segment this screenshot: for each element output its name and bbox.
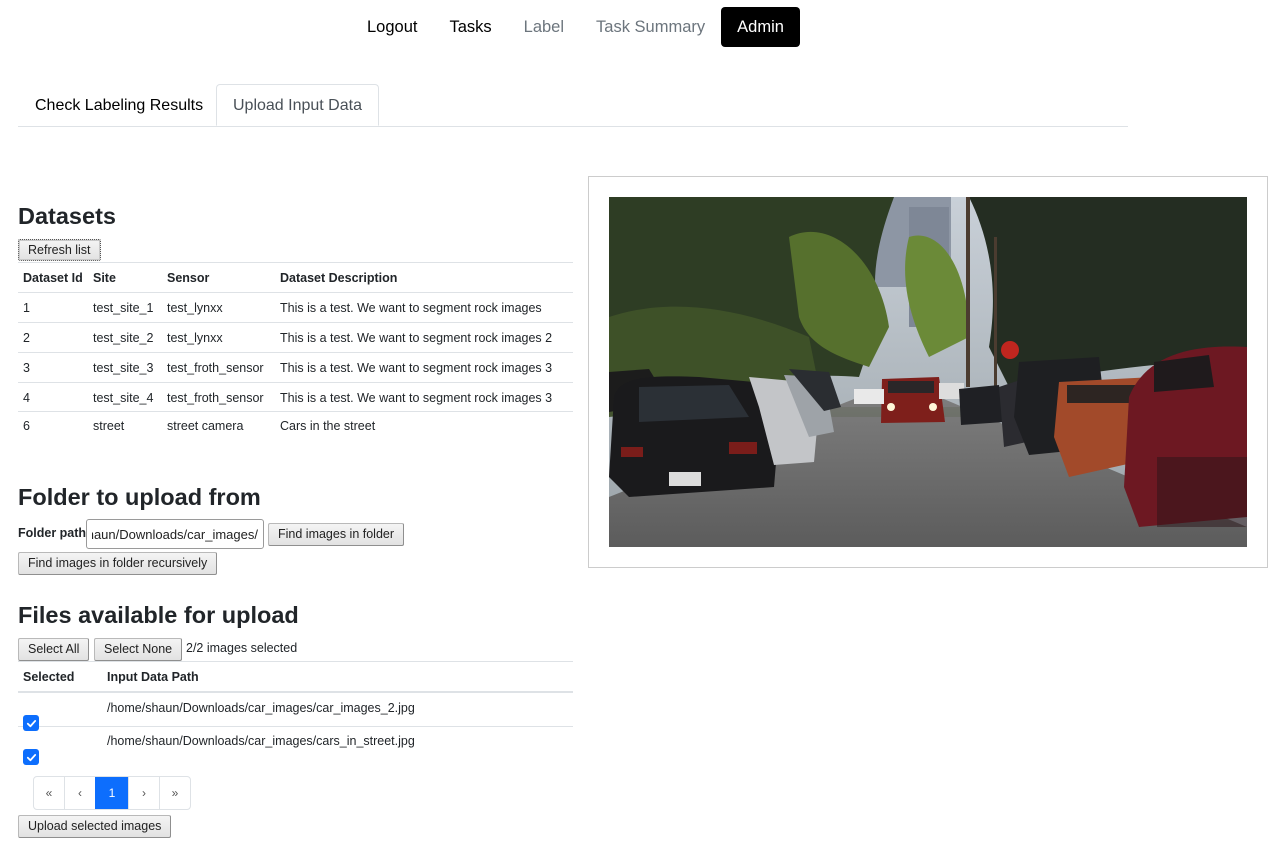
table-row: /home/shaun/Downloads/car_images/car_ima…	[18, 691, 573, 726]
table-row[interactable]: 3 test_site_3 test_froth_sensor This is …	[18, 352, 573, 382]
pagination-prev[interactable]: ‹	[64, 777, 95, 809]
dataset-sensor: test_froth_sensor	[167, 361, 264, 375]
table-row[interactable]: 6 street street camera Cars in the stree…	[18, 411, 573, 441]
column-header-site: Site	[93, 271, 116, 285]
table-row: /home/shaun/Downloads/car_images/cars_in…	[18, 726, 573, 761]
dataset-id: 2	[23, 331, 30, 345]
column-header-selected: Selected	[23, 670, 75, 684]
dataset-site: test_site_1	[93, 301, 154, 315]
dataset-site: test_site_3	[93, 361, 154, 375]
find-images-button[interactable]: Find images in folder	[268, 523, 405, 546]
nav-label[interactable]: Label	[508, 7, 580, 47]
check-icon	[26, 753, 36, 761]
dataset-id: 4	[23, 391, 30, 405]
table-row[interactable]: 1 test_site_1 test_lynxx This is a test.…	[18, 292, 573, 322]
table-row[interactable]: 4 test_site_4 test_froth_sensor This is …	[18, 382, 573, 411]
file-path: /home/shaun/Downloads/car_images/car_ima…	[107, 701, 415, 715]
upload-selected-images-button[interactable]: Upload selected images	[18, 815, 172, 838]
file-path: /home/shaun/Downloads/car_images/cars_in…	[107, 734, 415, 748]
datasets-heading: Datasets	[18, 203, 116, 229]
dataset-sensor: street camera	[167, 419, 244, 433]
nav-task-summary[interactable]: Task Summary	[580, 7, 721, 47]
pagination-last[interactable]: »	[159, 777, 190, 809]
admin-tabs: Check Labeling Results Upload Input Data	[18, 84, 1128, 127]
dataset-description: This is a test. We want to segment rock …	[280, 361, 553, 375]
file-select-checkbox[interactable]	[23, 715, 39, 731]
table-header-row: Dataset Id Site Sensor Dataset Descripti…	[18, 262, 573, 292]
column-header-dataset-id: Dataset Id	[23, 271, 83, 285]
column-header-input-data-path: Input Data Path	[107, 670, 199, 684]
nav-logout[interactable]: Logout	[351, 7, 433, 47]
nav-tasks[interactable]: Tasks	[433, 7, 507, 47]
find-images-recursive-button[interactable]: Find images in folder recursively	[18, 552, 218, 575]
folder-path-label: Folder path	[18, 526, 87, 540]
dataset-sensor: test_lynxx	[167, 301, 223, 315]
column-header-dataset-description: Dataset Description	[280, 271, 398, 285]
select-all-button[interactable]: Select All	[18, 638, 90, 661]
folder-heading: Folder to upload from	[18, 484, 261, 510]
dataset-sensor: test_lynxx	[167, 331, 223, 345]
select-none-button[interactable]: Select None	[94, 638, 183, 661]
street-photo	[609, 197, 1247, 547]
table-row[interactable]: 2 test_site_2 test_lynxx This is a test.…	[18, 322, 573, 352]
check-icon	[26, 719, 36, 727]
files-heading: Files available for upload	[18, 602, 299, 628]
pagination-first[interactable]: «	[34, 777, 64, 809]
pagination-next[interactable]: ›	[128, 777, 159, 809]
dataset-site: street	[93, 419, 125, 433]
dataset-site: test_site_4	[93, 391, 154, 405]
column-header-sensor: Sensor	[167, 271, 210, 285]
dataset-description: This is a test. We want to segment rock …	[280, 331, 553, 345]
dataset-description: This is a test. We want to segment rock …	[280, 391, 553, 405]
dataset-site: test_site_2	[93, 331, 154, 345]
file-select-checkbox[interactable]	[23, 749, 39, 765]
datasets-table: Dataset Id Site Sensor Dataset Descripti…	[18, 262, 573, 441]
dataset-id: 6	[23, 419, 30, 433]
table-header-row: Selected Input Data Path	[18, 661, 573, 691]
dataset-sensor: test_froth_sensor	[167, 391, 264, 405]
selection-status: 2/2 images selected	[186, 641, 298, 655]
pagination: « ‹ 1 › »	[33, 776, 191, 810]
refresh-list-button[interactable]: Refresh list	[18, 239, 101, 261]
image-preview-panel	[588, 176, 1268, 568]
folder-path-input[interactable]	[86, 519, 264, 549]
tab-check-labeling-results[interactable]: Check Labeling Results	[19, 84, 219, 125]
tab-upload-input-data[interactable]: Upload Input Data	[216, 84, 379, 126]
files-table: Selected Input Data Path /home/shaun/Dow…	[18, 661, 573, 761]
top-nav: Logout Tasks Label Task Summary Admin	[351, 7, 800, 47]
dataset-id: 1	[23, 301, 30, 315]
dataset-description: This is a test. We want to segment rock …	[280, 301, 542, 315]
nav-admin[interactable]: Admin	[721, 7, 800, 47]
dataset-id: 3	[23, 361, 30, 375]
pagination-page[interactable]: 1	[95, 777, 128, 809]
dataset-description: Cars in the street	[280, 419, 376, 433]
